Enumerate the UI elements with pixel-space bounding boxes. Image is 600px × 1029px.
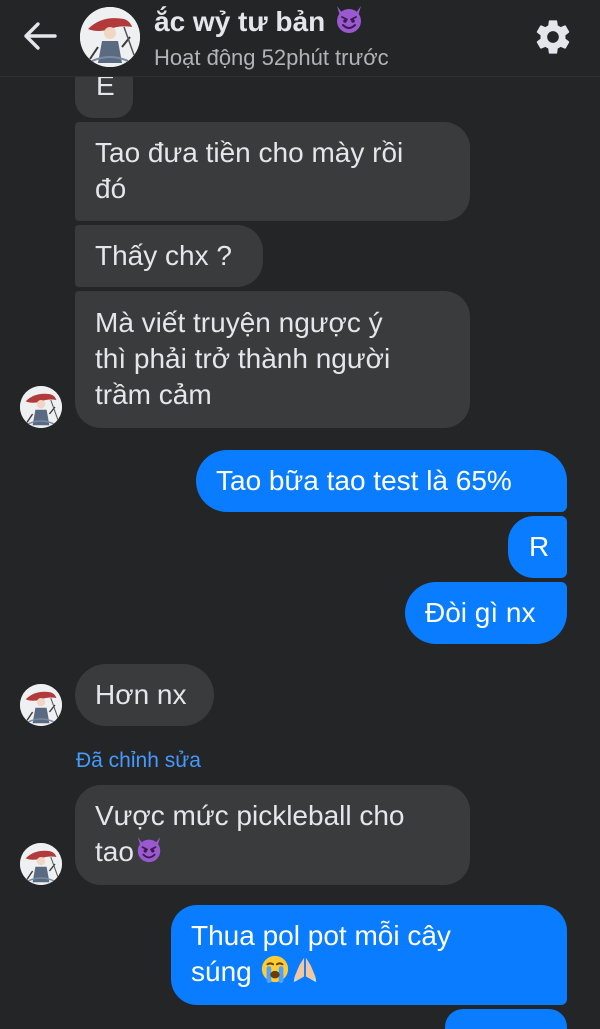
message-text: Thấy chx ? (95, 240, 232, 271)
message-bubble-outgoing-partial[interactable] (445, 1009, 567, 1029)
active-status: Hoạt động 52phút trước (154, 45, 389, 70)
message-text-line: đó (95, 173, 127, 204)
message-text-fragment: tao (95, 836, 134, 867)
message-text: Tao bữa tao test là 65% (216, 465, 512, 496)
message-text-line: thì phải trở thành người (95, 343, 391, 374)
message-text-line: Tao đưa tiền cho mày rồi (95, 137, 404, 168)
settings-button[interactable] (530, 14, 576, 60)
message-text-fragment: súng (191, 956, 252, 987)
message-text-line: Thua pol pot mỗi cây (191, 920, 451, 951)
message-text-line: tao (95, 834, 450, 870)
message-bubble-outgoing[interactable]: R (508, 516, 567, 578)
sender-avatar[interactable] (20, 684, 62, 726)
message-text-line: Mà viết truyện ngược ý (95, 307, 383, 338)
edited-label: Đã chỉnh sửa (76, 749, 201, 772)
message-bubble-outgoing[interactable]: Thua pol pot mỗi cây súng (171, 905, 567, 1005)
sender-avatar[interactable] (20, 386, 62, 428)
message-bubble-incoming[interactable]: Vược mức pickleball cho tao (75, 785, 470, 885)
back-button[interactable] (18, 16, 62, 56)
smiling-devil-icon (134, 834, 164, 864)
arrow-left-icon (24, 22, 57, 50)
message-text-line: súng (191, 954, 547, 990)
sender-avatar[interactable] (20, 843, 62, 885)
message-text: Hơn nx (95, 679, 187, 710)
gear-icon (536, 20, 570, 54)
message-bubble-incoming[interactable]: Mà viết truyện ngược ý thì phải trở thàn… (75, 291, 470, 428)
loudly-crying-icon (261, 955, 288, 984)
smiling-devil-icon (333, 3, 365, 35)
message-text: R (529, 531, 550, 562)
contact-name-text: ắc wỷ tư bản (154, 6, 326, 37)
message-bubble-outgoing[interactable]: Đòi gì nx (405, 582, 567, 644)
message-text: Đòi gì nx (425, 597, 536, 628)
message-text-line: trầm cảm (95, 379, 212, 410)
message-text-line: Vược mức pickleball cho (95, 800, 405, 831)
folded-hands-icon (293, 957, 316, 983)
contact-avatar[interactable] (80, 7, 140, 67)
message-bubble-incoming[interactable]: Hơn nx (75, 664, 214, 726)
conversation-header: ắc wỷ tư bản Hoạt động 52phút trước (0, 0, 600, 77)
message-bubble-incoming[interactable]: Tao đưa tiền cho mày rồi đó (75, 122, 470, 221)
contact-name[interactable]: ắc wỷ tư bản (154, 3, 365, 38)
message-bubble-incoming[interactable]: Thấy chx ? (75, 225, 263, 287)
message-bubble-outgoing[interactable]: Tao bữa tao test là 65% (196, 450, 567, 512)
